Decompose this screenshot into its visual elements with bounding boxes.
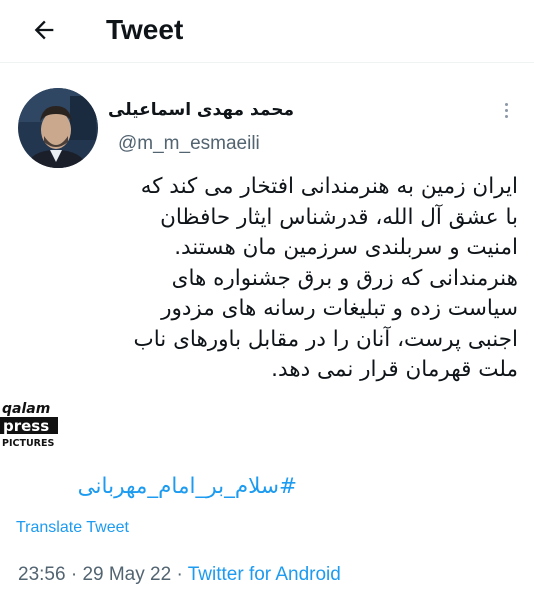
svg-text:qalam: qalam bbox=[2, 401, 50, 417]
meta-separator: · bbox=[176, 564, 188, 585]
more-vertical-icon-dot bbox=[504, 114, 508, 118]
back-button[interactable] bbox=[22, 8, 66, 52]
tweet-screen: Tweet محمد مهدی اسماعیلی @m_m_esmaeili ا… bbox=[0, 0, 534, 600]
avatar[interactable] bbox=[18, 88, 98, 168]
tweet-source-link[interactable]: Twitter for Android bbox=[188, 564, 341, 585]
tweet-time: 23:56 bbox=[18, 564, 66, 585]
page-title: Tweet bbox=[106, 14, 184, 45]
meta-separator: · bbox=[70, 564, 83, 585]
tweet-line: ملت قهرمان قرار نمی دهد. bbox=[271, 357, 518, 382]
svg-text:PICTURES: PICTURES bbox=[2, 438, 54, 449]
svg-text:press: press bbox=[3, 417, 49, 435]
tweet-line: امنیت و سربلندی سرزمین مان هستند. bbox=[174, 235, 518, 260]
translate-tweet-link[interactable]: Translate Tweet bbox=[16, 517, 129, 539]
profile-photo bbox=[18, 88, 98, 168]
author-username[interactable]: @m_m_esmaeili bbox=[118, 131, 260, 157]
tweet-line: ایران زمین به هنرمندانی افتخار می کند که bbox=[140, 174, 518, 199]
tweet-date: 29 May 22 bbox=[82, 564, 172, 585]
tweet-line: هنرمندانی که زرق و برق جشنواره های bbox=[171, 265, 518, 291]
tweet-hashtag[interactable]: #سلام_بر_امام_مهربانی bbox=[12, 472, 297, 502]
app-header: Tweet bbox=[0, 0, 534, 63]
tweet-line: با عشق آل الله، قدرشناس ایثار حافظان bbox=[160, 204, 518, 230]
author-display-name[interactable]: محمد مهدی اسماعیلی bbox=[108, 98, 294, 122]
more-vertical-icon bbox=[504, 102, 508, 106]
tweet-line: سیاست زده و تبلیغات رسانه های مزدور bbox=[161, 296, 518, 321]
more-vertical-icon-dot bbox=[504, 108, 508, 112]
more-options-button[interactable] bbox=[492, 96, 520, 124]
arrow-left-icon bbox=[34, 20, 54, 40]
tweet-line: اجنبی پرست، آنان را در مقابل باورهای ناب bbox=[133, 326, 518, 352]
tweet-text: ایران زمین به هنرمندانی افتخار می کند که… bbox=[12, 172, 518, 386]
tweet-meta: 23:56 · 29 May 22 · Twitter for Android bbox=[18, 562, 341, 588]
qalampress-logo: qalam press PICTURES bbox=[0, 398, 84, 450]
watermark-logo: qalam press PICTURES bbox=[0, 398, 84, 450]
